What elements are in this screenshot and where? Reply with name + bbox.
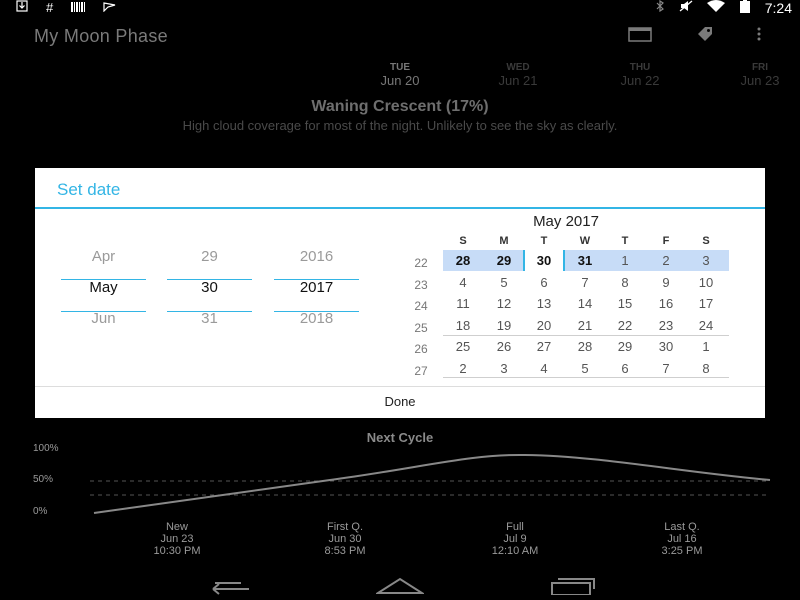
calendar-day[interactable]: 6 (605, 361, 645, 376)
done-button[interactable]: Done (35, 394, 765, 409)
calendar-day[interactable]: 22 (605, 318, 645, 333)
calendar-day[interactable]: 18 (443, 318, 483, 333)
calendar-day[interactable]: 10 (686, 275, 726, 290)
illumination-curve (93, 453, 771, 514)
spinner-prev-year[interactable]: 2016 (274, 248, 359, 266)
phase-subtitle: High cloud coverage for most of the nigh… (182, 118, 618, 133)
calendar-day[interactable]: 8 (605, 275, 645, 290)
calendar-day[interactable]: 7 (646, 361, 686, 376)
calendar-day[interactable]: 20 (524, 318, 564, 333)
calendar-day[interactable]: 4 (524, 361, 564, 376)
home-icon[interactable] (374, 575, 426, 600)
calendar-day[interactable]: 30 (646, 339, 686, 354)
app-title: My Moon Phase (34, 26, 168, 46)
spinner-next-day[interactable]: 31 (167, 310, 252, 328)
flag-icon (103, 0, 117, 16)
day-tab-fri[interactable]: FRI Jun 23 (720, 62, 800, 88)
calendar-day[interactable]: 26 (484, 339, 524, 354)
calendar-day[interactable]: 15 (605, 296, 645, 311)
dialog-title-divider (35, 207, 765, 209)
spinner-current-day[interactable]: 30 (167, 277, 252, 299)
calendar-day[interactable]: 28 (443, 253, 483, 268)
calendar-day[interactable]: 23 (646, 318, 686, 333)
calendar-day[interactable]: 30 (524, 253, 564, 268)
calendar-day[interactable]: 4 (443, 275, 483, 290)
wifi-icon (706, 0, 725, 16)
year-spinner[interactable]: 2016 2017 2018 (274, 248, 359, 328)
barcode-icon (71, 0, 86, 16)
download-icon (16, 0, 28, 16)
battery-icon (739, 0, 751, 17)
day-strip: TUE Jun 20 WED Jun 21 THU Jun 22 FRI Jun… (360, 62, 800, 92)
set-date-dialog: Set date Apr May Jun 29 30 31 2016 2017 … (35, 168, 765, 418)
calendar-day[interactable]: 6 (524, 275, 564, 290)
calendar-day[interactable]: 5 (484, 275, 524, 290)
bluetooth-icon (655, 0, 665, 16)
day-tab-tue[interactable]: TUE Jun 20 (360, 62, 440, 88)
x-label-new: New Jun 23 10:30 PM (153, 521, 201, 557)
x-label-last-quarter: Last Q. Jul 16 3:25 PM (661, 521, 703, 557)
navigation-bar (0, 570, 800, 600)
spinner-current-year[interactable]: 2017 (274, 277, 359, 299)
hash-icon: # (46, 0, 54, 15)
spinner-next-year[interactable]: 2018 (274, 310, 359, 328)
month-boundary-line (443, 335, 729, 337)
calendar-day[interactable]: 9 (646, 275, 686, 290)
calendar-day[interactable]: 27 (524, 339, 564, 354)
calendar-day[interactable]: 12 (484, 296, 524, 311)
calendar-day[interactable]: 14 (565, 296, 605, 311)
calendar-day[interactable]: 3 (686, 253, 726, 268)
calendar-day[interactable]: 13 (524, 296, 564, 311)
calendar-day[interactable]: 11 (443, 296, 483, 311)
calendar-day[interactable]: 7 (565, 275, 605, 290)
dialog-title: Set date (57, 180, 121, 199)
spinner-current-month[interactable]: May (61, 277, 146, 299)
status-bar: # 7:24 (0, 0, 800, 16)
day-spinner[interactable]: 29 30 31 (167, 248, 252, 328)
calendar-month-label: May 2017 (533, 213, 599, 230)
clock: 7:24 (764, 0, 792, 16)
done-divider (35, 386, 765, 387)
recent-apps-icon[interactable] (548, 575, 596, 600)
calendar-icon[interactable] (628, 26, 652, 47)
spinner-prev-month[interactable]: Apr (61, 248, 146, 266)
x-label-first-quarter: First Q. Jun 30 8:53 PM (324, 521, 366, 557)
calendar-day[interactable]: 31 (565, 253, 605, 268)
overflow-menu-icon[interactable] (756, 26, 762, 47)
month-boundary-line (443, 377, 729, 378)
calendar-day[interactable]: 8 (686, 361, 726, 376)
calendar-day[interactable]: 2 (443, 361, 483, 376)
mute-icon (679, 0, 693, 16)
calendar-day[interactable]: 3 (484, 361, 524, 376)
day-tab-thu[interactable]: THU Jun 22 (600, 62, 680, 88)
calendar-day[interactable]: 5 (565, 361, 605, 376)
back-icon[interactable] (205, 575, 253, 600)
month-spinner[interactable]: Apr May Jun (61, 248, 146, 328)
tag-icon[interactable] (696, 26, 714, 47)
day-tab-wed[interactable]: WED Jun 21 (478, 62, 558, 88)
calendar-day[interactable]: 25 (443, 339, 483, 354)
calendar-day[interactable]: 28 (565, 339, 605, 354)
cycle-chart (90, 453, 771, 514)
calendar-day[interactable]: 29 (484, 253, 524, 268)
phase-title: Waning Crescent (17%) (311, 98, 489, 115)
calendar-day[interactable]: 19 (484, 318, 524, 333)
calendar-day[interactable]: 2 (646, 253, 686, 268)
spinner-next-month[interactable]: Jun (61, 310, 146, 328)
calendar-day[interactable]: 21 (565, 318, 605, 333)
x-label-full: Full Jul 9 12:10 AM (491, 521, 539, 557)
calendar-day[interactable]: 16 (646, 296, 686, 311)
calendar-day[interactable]: 29 (605, 339, 645, 354)
calendar-day[interactable]: 1 (605, 253, 645, 268)
calendar-day[interactable]: 17 (686, 296, 726, 311)
calendar-day[interactable]: 24 (686, 318, 726, 333)
spinner-prev-day[interactable]: 29 (167, 248, 252, 266)
calendar-day[interactable]: 1 (686, 339, 726, 354)
app-bar: My Moon Phase (0, 16, 800, 56)
